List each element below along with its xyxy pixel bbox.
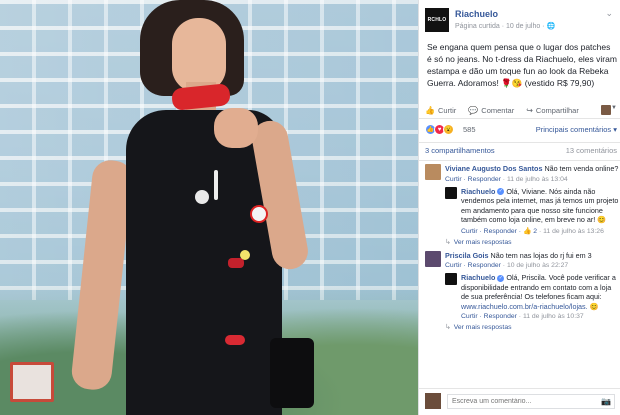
comment-time: · 11 de julho às 13:04 [500,175,568,183]
comment-text: Não tem nas lojas do rj fui em 3 [490,250,592,260]
comment-composer: 📷 [425,392,617,410]
patch-yellow [240,250,250,260]
more-replies-link[interactable]: ↳ Ver mais respostas [445,238,619,246]
reply-item: Riachuelo ✓ Olá, Priscila. Você pode ver… [445,273,619,320]
black-bag [270,338,314,408]
more-replies-link[interactable]: ↳ Ver mais respostas [445,323,619,331]
reply-name[interactable]: Riachuelo [461,187,495,196]
comment-body: Viviane Augusto Dos Santos Não tem venda… [445,164,619,174]
commenter-name[interactable]: Priscila Gois [445,251,489,260]
verified-icon: ✓ [497,274,505,282]
current-user-avatar[interactable] [425,393,441,409]
stores-link[interactable]: www.riachuelo.com.br/a-riachuelo/lojas. [461,302,588,311]
comment-input[interactable] [447,394,615,409]
wow-reaction-icon: 😮 [443,124,454,135]
reactions-row: 👍 ♥ 😮 585 Principais comentários ▾ [425,124,617,136]
commenter-avatar[interactable] [425,250,441,267]
reply-item: Riachuelo ✓ Olá, Viviane. Nós ainda não … [445,186,619,235]
page-logo[interactable]: RCHLO [425,8,449,32]
reply-footer: Curtir · Responder · 11 de julho às 10:3… [461,313,619,320]
reaction-icons[interactable]: 👍 ♥ 😮 [425,124,454,135]
reply-time: · 11 de julho às 10:37 [516,313,584,320]
reply-text-end: 😊 [587,301,599,311]
reply-name[interactable]: Riachuelo [461,273,495,282]
reply-body: Riachuelo ✓ Olá, Priscila. Você pode ver… [461,273,619,311]
share-button[interactable]: ↪ Compartilhar [526,106,579,115]
riachuelo-avatar[interactable] [445,186,457,199]
comment-footer: Curtir · Responder · 11 de julho às 13:0… [445,176,619,183]
reply-actions[interactable]: Curtir · Responder [461,313,517,320]
divider [419,388,620,389]
comments-list: Viviane Augusto Dos Santos Não tem venda… [425,164,619,386]
comment-item: Viviane Augusto Dos Santos Não tem venda… [425,164,619,246]
reply-arrow-icon: ↳ [445,238,451,246]
comment-item: Priscila Gois Não tem nas lojas do rj fu… [425,250,619,331]
share-count-row: 3 compartilhamentos 13 comentários [425,146,617,155]
comment-actions[interactable]: Curtir · Responder [445,262,501,269]
riachuelo-avatar[interactable] [445,273,457,285]
comment-actions[interactable]: Curtir · Responder [445,176,501,183]
comment-footer: Curtir · Responder · 10 de julho às 22:2… [445,262,619,269]
post-header: RCHLO Riachuelo Página curtida · 10 de j… [425,8,615,36]
globe-icon: 🌐 [546,23,556,30]
thumbs-up-icon: 👍 [425,105,435,115]
comment-text: Não tem venda online? [544,164,619,173]
divider [419,160,620,161]
patch-white [214,170,218,200]
reply-arrow-icon: ↳ [445,324,451,331]
like-label: Curtir [437,105,457,115]
comment-icon: 💬 [468,105,479,115]
sort-comments-dropdown[interactable]: Principais comentários ▾ [536,125,617,134]
post-actions: 👍 Curtir 💬 Comentar ↪ Compartilhar ▼ [425,102,617,118]
model-hand [214,108,258,148]
verified-icon: ✓ [497,188,505,196]
reply-actions[interactable]: Curtir · Responder · [461,228,523,235]
shares-link[interactable]: 3 compartilhamentos [425,146,495,155]
post-panel: RCHLO Riachuelo Página curtida · 10 de j… [418,0,620,415]
camera-icon[interactable]: 📷 [601,397,611,406]
commenter-avatar[interactable] [425,164,441,180]
like-button[interactable]: 👍 Curtir [425,106,456,115]
patch-hey [250,205,268,223]
comments-count: 13 comentários [565,146,617,155]
model-face [172,18,226,92]
reply-likes[interactable]: 👍 2 [523,228,537,235]
patch-lipstick [228,258,244,268]
divider [419,142,620,143]
chevron-down-icon[interactable]: ▼ [611,105,617,111]
post-meta: Página curtida · 10 de julho · 🌐 [455,23,556,30]
page-name-link[interactable]: Riachuelo [455,9,498,19]
reply-body: Riachuelo ✓ Olá, Viviane. Nós ainda não … [461,187,619,225]
comment-time: · 10 de julho às 22:27 [500,262,569,269]
post-text: Se engana quem pensa que o lugar dos pat… [427,42,617,88]
post-photo[interactable] [0,0,418,415]
user-avatar[interactable] [601,105,611,115]
patch-red-lips [225,335,245,345]
reply-time: · 11 de julho às 13:26 [537,227,604,235]
divider [419,118,620,119]
share-icon: ↪ [526,105,533,115]
reaction-count[interactable]: 585 [463,125,476,134]
chevron-down-icon[interactable]: ⌄ [605,8,613,19]
comment-label: Comentar [481,105,515,115]
commenter-name[interactable]: Viviane Augusto Dos Santos [445,164,542,173]
comment-body: Priscila Gois Não tem nas lojas do rj fu… [445,251,619,261]
comment-button[interactable]: 💬 Comentar [468,106,514,115]
reply-footer: Curtir · Responder · 👍 2 · 11 de julho à… [461,227,619,235]
patch-star [195,190,209,204]
share-label: Compartilhar [535,105,579,115]
red-sign [10,362,54,402]
